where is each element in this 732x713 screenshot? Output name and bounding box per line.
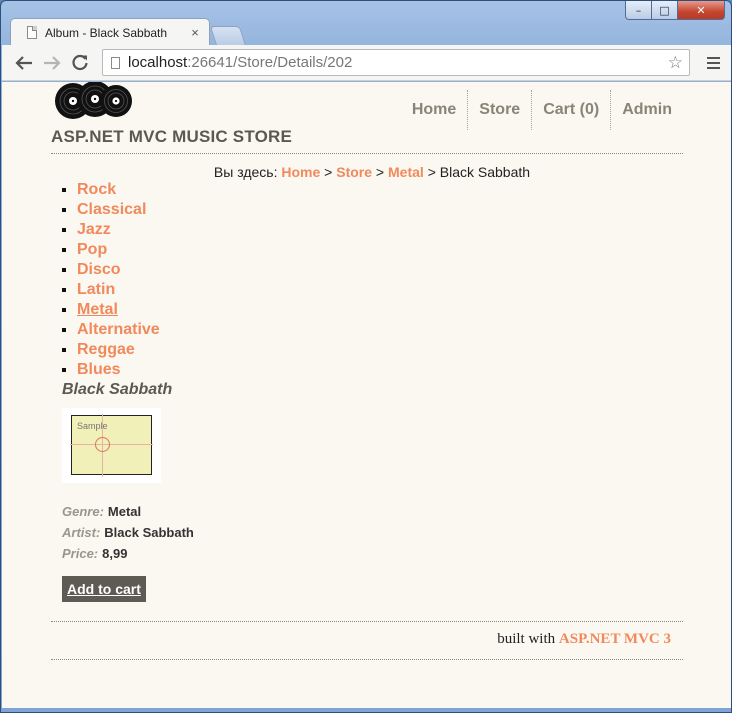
window-bottom-border [1, 708, 731, 712]
album-art: Sample [62, 408, 161, 483]
crosshair-icon [95, 437, 110, 452]
genre-item: Latin [77, 280, 683, 300]
genre-row: Genre: Metal [62, 501, 683, 522]
breadcrumb-separator: > [375, 164, 385, 180]
album-title: Black Sabbath [62, 381, 173, 398]
genre-item: Jazz [77, 220, 683, 240]
tab-title: Album - Black Sabbath [45, 25, 168, 40]
tab-strip: Album - Black Sabbath × [10, 18, 710, 46]
album-art-placeholder: Sample [71, 415, 152, 475]
breadcrumb-current: Black Sabbath [439, 164, 531, 180]
address-bar[interactable]: localhost:26641/Store/Details/202 ☆ [102, 49, 690, 76]
breadcrumb-store[interactable]: Store [336, 164, 372, 180]
genre-link-pop[interactable]: Pop [77, 241, 107, 258]
genre-item: Disco [77, 260, 683, 280]
reload-button[interactable] [66, 49, 94, 77]
footer-prefix: built with [497, 631, 556, 647]
genre-link-latin[interactable]: Latin [77, 281, 115, 298]
page-icon [111, 56, 120, 69]
genre-item: Reggae [77, 340, 683, 360]
price-row: Price: 8,99 [62, 543, 683, 564]
genre-item: Pop [77, 240, 683, 260]
genre-link-classical[interactable]: Classical [77, 201, 146, 218]
tab-album[interactable]: Album - Black Sabbath × [10, 18, 210, 46]
bookmark-star-icon[interactable]: ☆ [668, 53, 683, 73]
footer-brand-link[interactable]: ASP.NET MVC 3 [559, 631, 671, 647]
artist-value: Black Sabbath [104, 525, 194, 540]
artist-label: Artist: [62, 525, 101, 540]
genre-link-metal[interactable]: Metal [77, 301, 118, 318]
main-nav: Home Store Cart (0) Admin [401, 90, 683, 130]
page-viewport: ASP.NET MVC MUSIC STORE Home Store Cart … [2, 82, 731, 708]
breadcrumb-home[interactable]: Home [281, 164, 320, 180]
genre-label: Genre: [62, 504, 104, 519]
url-text[interactable]: localhost:26641/Store/Details/202 [128, 54, 668, 71]
artist-row: Artist: Black Sabbath [62, 522, 683, 543]
price-value: 8,99 [102, 546, 128, 561]
site-container: ASP.NET MVC MUSIC STORE Home Store Cart … [51, 82, 683, 660]
nav-cart[interactable]: Cart (0) [531, 90, 610, 130]
genre-item: Alternative [77, 320, 683, 340]
add-to-cart-button[interactable]: Add to cart [62, 576, 146, 602]
nav-home[interactable]: Home [401, 90, 467, 130]
back-button[interactable] [10, 49, 38, 77]
genre-link-jazz[interactable]: Jazz [77, 221, 111, 238]
genre-link-disco[interactable]: Disco [77, 261, 121, 278]
site-footer: built with ASP.NET MVC 3 [51, 621, 683, 660]
genre-link-alternative[interactable]: Alternative [77, 321, 160, 338]
browser-toolbar: localhost:26641/Store/Details/202 ☆ [2, 45, 731, 81]
menu-icon[interactable] [700, 50, 726, 76]
url-host: localhost [128, 54, 188, 71]
reload-icon [72, 54, 88, 70]
tab-close-icon[interactable]: × [189, 25, 201, 40]
genre-item: Classical [77, 200, 683, 220]
genre-value: Metal [107, 504, 142, 519]
breadcrumb-metal[interactable]: Metal [388, 164, 424, 180]
forward-button[interactable] [38, 49, 66, 77]
genre-item: Rock [77, 180, 683, 200]
genre-link-rock[interactable]: Rock [77, 181, 116, 198]
genre-item: Blues [77, 360, 683, 380]
new-tab-button[interactable] [209, 26, 247, 46]
breadcrumb-prefix: Вы здесь: [213, 164, 278, 180]
page-icon [27, 26, 37, 39]
forward-arrow-icon [44, 55, 61, 70]
breadcrumb: Вы здесь: Home > Store > Metal > Black S… [51, 164, 683, 180]
back-arrow-icon [15, 55, 32, 70]
site-title: ASP.NET MVC MUSIC STORE [51, 127, 293, 146]
breadcrumb-separator: > [324, 164, 333, 180]
nav-admin[interactable]: Admin [610, 90, 683, 130]
genre-link-reggae[interactable]: Reggae [77, 341, 135, 358]
url-path: :26641/Store/Details/202 [187, 54, 353, 71]
site-header: ASP.NET MVC MUSIC STORE Home Store Cart … [51, 82, 683, 154]
breadcrumb-separator: > [427, 164, 436, 180]
price-label: Price: [62, 546, 99, 561]
album-details: Genre: Metal Artist: Black Sabbath Price: 8… [62, 501, 683, 564]
genre-link-blues[interactable]: Blues [77, 361, 121, 378]
genre-menu: Rock Classical Jazz Pop Disco Latin Meta… [77, 180, 683, 380]
nav-store[interactable]: Store [467, 90, 531, 130]
genre-item: Metal [77, 300, 683, 320]
browser-window: – □ ✕ Album - Black Sabbath × localhost:… [0, 0, 732, 713]
vinyl-records-logo-icon[interactable] [53, 82, 133, 120]
crosshair-line [70, 444, 153, 445]
